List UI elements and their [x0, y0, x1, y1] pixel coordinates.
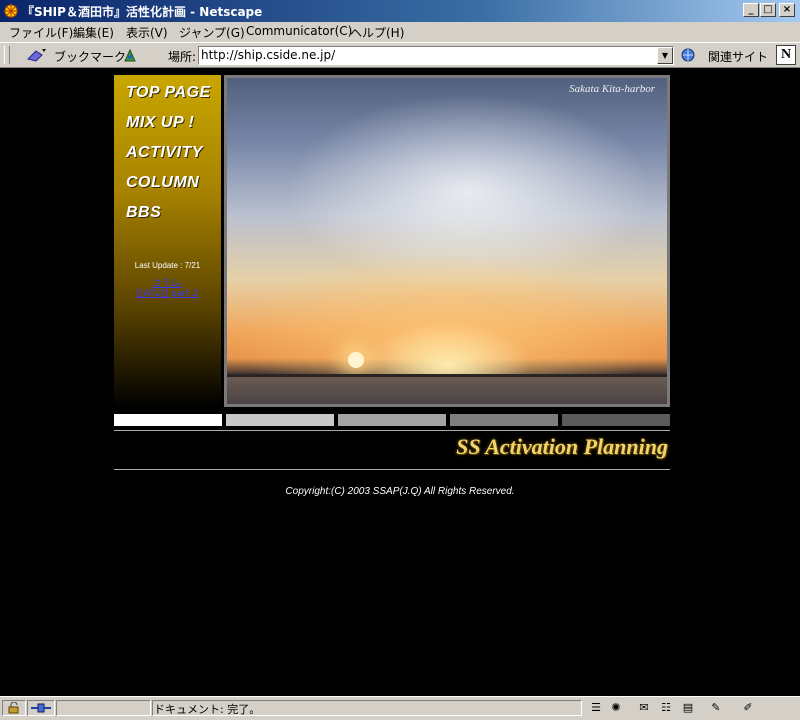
nav-bbs[interactable]: BBS — [126, 204, 161, 222]
location-label: 場所: — [168, 50, 197, 64]
minimize-button[interactable]: _ — [743, 3, 759, 17]
brand-logo: SS Activation Planning — [456, 434, 668, 459]
color-stripe-2 — [226, 414, 334, 426]
newsgroup-icon[interactable]: ☷ — [658, 701, 674, 715]
composer-icon[interactable]: ✎ — [708, 701, 724, 715]
url-field[interactable]: ▼ — [198, 46, 674, 65]
maximize-button[interactable]: □ — [760, 3, 776, 17]
online-panel[interactable] — [27, 700, 55, 716]
hero-photo-frame: Sakata Kita-harbor — [224, 75, 670, 407]
related-sites-label[interactable]: 関連サイト — [708, 48, 768, 65]
close-button[interactable]: × — [779, 3, 795, 17]
progress-panel — [56, 700, 151, 716]
menu-go[interactable]: ジャンプ(G) — [179, 24, 245, 41]
location-toolbar: ブックマーク 場所: ▼ 関連サイト N — [0, 42, 800, 68]
page-content: TOP PAGE MIX UP ! ACTIVITY COLUMN BBS La… — [0, 68, 800, 694]
bookmarks-label[interactable]: ブックマーク — [54, 48, 126, 65]
sun — [348, 352, 364, 368]
nav-column[interactable]: COLUMN — [126, 174, 199, 192]
security-lock-icon[interactable] — [6, 702, 22, 714]
bookmarks-icon[interactable] — [26, 47, 50, 66]
status-text: ドキュメント: 完了。 — [154, 703, 261, 716]
update-link-column[interactable]: コラム- — [114, 276, 221, 289]
url-input[interactable] — [199, 47, 659, 62]
mail-icon[interactable]: ✉ — [636, 701, 652, 715]
copyright-text: Copyright:(C) 2003 SSAP(J.Q) All Rights … — [285, 486, 515, 497]
sunset-photo: Sakata Kita-harbor — [227, 78, 667, 404]
connection-plug-icon[interactable] — [30, 702, 52, 714]
last-update: Last Update : 7/21 — [134, 261, 201, 270]
menu-communicator[interactable]: Communicator(C) — [246, 24, 352, 38]
window-title: 『SHIP＆酒田市』活性化計画 - Netscape — [22, 5, 263, 19]
divider-top — [114, 430, 670, 431]
menu-edit[interactable]: 編集(E) — [73, 24, 114, 41]
address-book-icon[interactable]: ▤ — [680, 701, 696, 715]
menu-file[interactable]: ファイル(F) — [9, 24, 73, 41]
nav-activity[interactable]: ACTIVITY — [126, 144, 203, 162]
scroll-lock-icon: ☰ — [591, 701, 601, 714]
nav-top-page[interactable]: TOP PAGE — [126, 84, 211, 102]
nav-mix-up[interactable]: MIX UP ! — [126, 114, 194, 132]
url-dropdown-arrow-icon[interactable]: ▼ — [657, 47, 673, 64]
related-sites-icon[interactable] — [680, 47, 698, 66]
photo-caption: Sakata Kita-harbor — [569, 83, 655, 95]
sea — [227, 377, 667, 404]
netscape-logo-icon[interactable]: N — [776, 45, 796, 65]
security-panel[interactable] — [2, 700, 26, 716]
divider-bottom — [114, 469, 670, 470]
toolbar-grip[interactable] — [4, 46, 10, 64]
color-stripe-4 — [450, 414, 558, 426]
color-stripe-5 — [562, 414, 670, 426]
update-link-atu[interactable]: [[ATU]] part 2 — [114, 289, 221, 299]
nav-sidebar: TOP PAGE MIX UP ! ACTIVITY COLUMN BBS La… — [114, 75, 221, 407]
status-bar: ドキュメント: 完了。 ☰ ✺ ✉ ☷ ▤ ✎ ✐ — [0, 696, 800, 720]
navigator-icon[interactable]: ✺ — [608, 701, 624, 715]
title-bar: 『SHIP＆酒田市』活性化計画 - Netscape _ □ × — [0, 0, 800, 22]
color-stripe-1 — [114, 414, 222, 426]
page-proxy-icon[interactable] — [122, 47, 138, 66]
edit-page-icon[interactable]: ✐ — [740, 701, 756, 715]
netscape-app-icon — [3, 3, 19, 19]
menu-help[interactable]: ヘルプ(H) — [350, 24, 404, 41]
menu-view[interactable]: 表示(V) — [126, 24, 168, 41]
menu-bar: ファイル(F) 編集(E) 表示(V) ジャンプ(G) Communicator… — [0, 22, 800, 42]
color-stripe-3 — [338, 414, 446, 426]
